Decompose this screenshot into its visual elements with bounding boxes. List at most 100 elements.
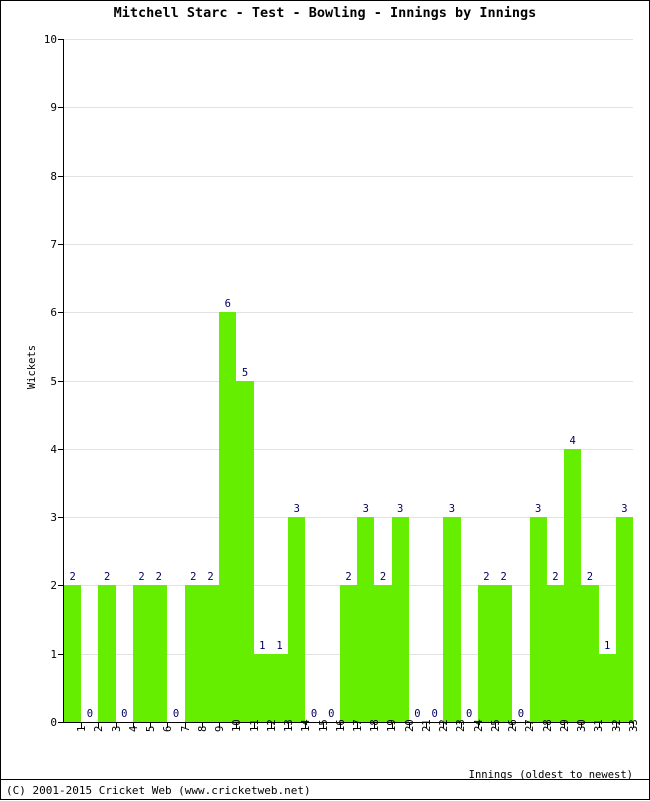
bar[interactable] <box>546 585 565 722</box>
x-tick-label: 32 <box>610 719 623 732</box>
x-tick-label: 11 <box>248 719 261 732</box>
bar[interactable] <box>374 585 392 722</box>
gridline <box>64 448 633 450</box>
x-tick-label: 12 <box>265 719 278 732</box>
bar-value-label: 2 <box>69 571 76 584</box>
y-tick-mark <box>58 39 64 40</box>
x-tick-label: 29 <box>558 719 571 732</box>
x-tick-label: 33 <box>627 719 640 732</box>
bar[interactable] <box>615 517 633 722</box>
copyright-text: (C) 2001-2015 Cricket Web (www.cricketwe… <box>6 784 311 797</box>
bar-value-label: 0 <box>172 708 180 720</box>
bar[interactable] <box>357 517 375 722</box>
bar[interactable] <box>495 585 513 722</box>
y-tick-label: 6 <box>50 306 57 320</box>
x-tick-label: 31 <box>593 719 606 732</box>
bar-value-label: 2 <box>345 571 352 584</box>
bar[interactable] <box>598 653 616 722</box>
bar-value-label: 3 <box>448 503 456 516</box>
bar-value-label: 1 <box>259 639 266 652</box>
x-tick-label: 10 <box>231 719 244 732</box>
bar-value-label: 2 <box>500 571 507 584</box>
bar-value-label: 0 <box>414 708 421 720</box>
bar[interactable] <box>184 585 202 722</box>
x-tick-label: 8 <box>196 725 209 732</box>
y-tick-mark <box>58 380 64 382</box>
bar[interactable] <box>201 585 220 722</box>
bar-value-label: 5 <box>241 366 249 379</box>
y-tick-mark <box>58 243 64 245</box>
bar-value-label: 2 <box>190 571 197 584</box>
gridline <box>64 175 633 177</box>
x-tick-label: 15 <box>317 719 330 732</box>
bar-value-label: 2 <box>586 571 594 584</box>
bar[interactable] <box>477 585 496 722</box>
x-tick-label: 21 <box>420 719 433 732</box>
bar[interactable] <box>288 517 306 722</box>
y-tick-label: 3 <box>50 511 57 525</box>
x-tick-label: 6 <box>162 725 175 732</box>
bar-value-label: 0 <box>310 708 318 720</box>
x-tick-label: 14 <box>300 719 313 732</box>
gridline <box>64 39 633 40</box>
x-tick-label: 13 <box>283 719 296 732</box>
bar[interactable] <box>219 312 237 722</box>
x-tick-label: 20 <box>403 719 416 732</box>
bar[interactable] <box>564 448 582 722</box>
bar[interactable] <box>64 585 82 722</box>
x-tick-label: 18 <box>369 719 382 732</box>
footer-divider <box>1 779 649 780</box>
y-tick-label: 9 <box>50 101 57 115</box>
bar[interactable] <box>339 585 358 722</box>
gridline <box>64 107 633 109</box>
bar[interactable] <box>253 653 271 722</box>
y-tick-mark <box>58 448 64 450</box>
plot-area: 202022022651130023230030220324213 <box>64 39 633 722</box>
x-tick-label: 23 <box>455 719 468 732</box>
x-tick-label: 1 <box>76 725 89 732</box>
x-tick-label: 26 <box>507 719 520 732</box>
y-axis-title: Wickets <box>26 344 38 390</box>
bar[interactable] <box>236 380 254 722</box>
chart-title: Mitchell Starc - Test - Bowling - Inning… <box>113 5 537 21</box>
bar[interactable] <box>150 585 168 722</box>
bar[interactable] <box>391 517 409 722</box>
bar-value-label: 1 <box>603 639 611 652</box>
x-tick-label: 30 <box>576 719 589 732</box>
bar-value-label: 0 <box>121 708 128 720</box>
bar-value-label: 2 <box>103 571 111 584</box>
x-tick-label: 24 <box>472 719 485 732</box>
bar-value-label: 3 <box>293 503 300 516</box>
x-tick-label: 16 <box>334 719 347 732</box>
y-tick-mark <box>58 312 64 314</box>
bar-value-label: 2 <box>138 571 145 584</box>
bar-value-label: 0 <box>431 708 438 720</box>
x-tick-label: 27 <box>524 719 537 732</box>
bar-value-label: 2 <box>379 571 387 584</box>
x-tick-label: 7 <box>179 725 192 732</box>
bar[interactable] <box>98 585 116 722</box>
x-tick-label: 2 <box>93 725 106 732</box>
bar[interactable] <box>529 517 547 722</box>
x-tick-label: 19 <box>386 719 399 732</box>
y-tick-label: 2 <box>50 579 57 593</box>
bar-value-label: 3 <box>621 503 628 516</box>
x-tick-label: 22 <box>438 719 451 732</box>
y-tick-mark <box>58 175 64 177</box>
bar-value-label: 3 <box>534 503 542 516</box>
y-tick-label: 4 <box>50 442 57 456</box>
bar-value-label: 6 <box>224 298 231 311</box>
y-tick-label: 10 <box>43 33 57 46</box>
bar-value-label: 4 <box>569 434 576 447</box>
bar-value-label: 0 <box>328 708 335 720</box>
bar[interactable] <box>270 653 289 722</box>
bar[interactable] <box>581 585 599 722</box>
chart-page: Mitchell Starc - Test - Bowling - Inning… <box>0 0 650 800</box>
bar-value-label: 0 <box>466 708 473 720</box>
bar-value-label: 2 <box>552 571 559 584</box>
x-tick-label: 28 <box>541 719 554 732</box>
x-tick-label: 17 <box>352 719 364 732</box>
bar[interactable] <box>132 585 151 722</box>
bar[interactable] <box>443 517 461 722</box>
bar-value-label: 2 <box>155 571 162 584</box>
